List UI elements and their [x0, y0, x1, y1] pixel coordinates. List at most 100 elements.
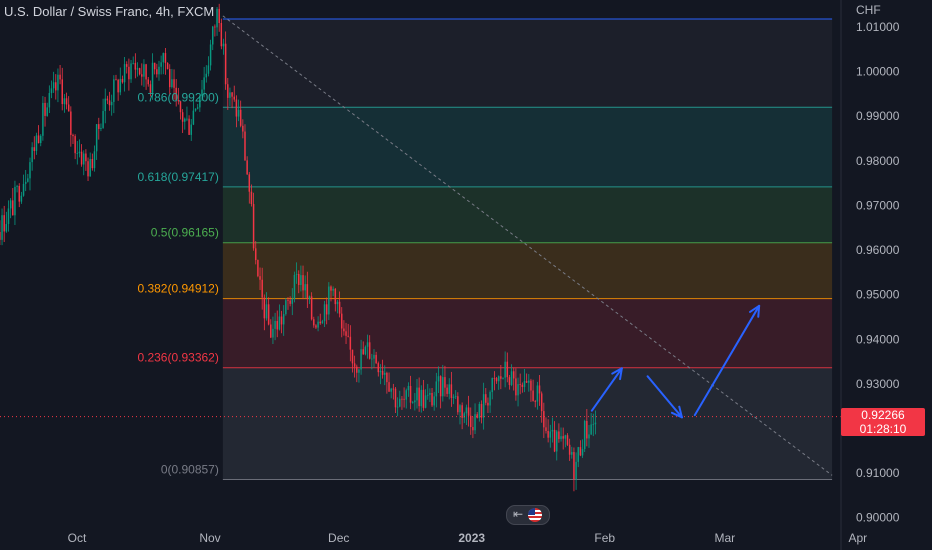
candle-body [1, 215, 3, 240]
candle-body [577, 447, 579, 462]
candle-body [343, 328, 345, 332]
candle-body [224, 43, 227, 85]
candle-body [347, 335, 349, 337]
candle-body [9, 200, 12, 209]
fib-band [222, 367, 833, 480]
candle-body [489, 392, 491, 406]
candle-body [420, 389, 423, 407]
candle-body [285, 300, 287, 315]
candle-body [14, 186, 16, 216]
candle-body [218, 8, 220, 23]
y-tick-label: 0.93000 [856, 377, 900, 391]
candle-body [192, 110, 195, 125]
candle-body [480, 403, 483, 418]
candle-body [52, 82, 55, 89]
candle-body [293, 274, 296, 300]
candle-body [454, 396, 457, 398]
candle-body [313, 319, 315, 326]
fibonacci-retracement[interactable] [222, 18, 833, 480]
candle-body [472, 427, 474, 431]
candle-body [138, 68, 141, 75]
x-tick-label: 2023 [458, 531, 485, 545]
fib-level-label: 0.618(0.97417) [137, 170, 218, 184]
candle-body [405, 390, 407, 400]
go-to-realtime-button[interactable]: ⇤ [506, 505, 550, 525]
candle-body [100, 127, 102, 129]
candle-body [429, 392, 431, 395]
candle-body [143, 64, 145, 77]
candle-body [209, 44, 212, 66]
candle-body [91, 158, 94, 169]
candle-body [517, 384, 519, 396]
candle-body [493, 378, 496, 379]
candle-body [416, 387, 418, 401]
y-tick-label: 0.91000 [856, 466, 900, 480]
candle-body [381, 370, 384, 375]
candle-body [207, 65, 210, 74]
candle-body [50, 88, 53, 94]
candle-body [390, 388, 392, 392]
candle-body [39, 135, 42, 144]
candle-body [558, 431, 560, 439]
candle-body [156, 69, 158, 75]
candle-body [553, 429, 556, 452]
candle-body [528, 380, 530, 383]
candle-body [297, 274, 300, 286]
candle-body [265, 304, 268, 319]
candle-body [375, 354, 377, 364]
candle-body [145, 64, 147, 80]
candle-body [37, 135, 40, 144]
x-tick-label: Apr [848, 531, 867, 545]
candle-body [439, 376, 442, 397]
candle-body [134, 62, 137, 70]
price-chart[interactable]: 0.786(0.99200) 0.618(0.97417) 0.5(0.96165)… [0, 0, 932, 550]
current-price-value: 0.92266 [861, 408, 905, 422]
candle-body [257, 260, 259, 277]
candle-body [433, 396, 435, 406]
candle-body [113, 79, 115, 102]
candle-body [545, 427, 547, 432]
candle-body [196, 107, 199, 109]
candle-body [373, 354, 375, 359]
candle-body [515, 378, 517, 396]
candle-body [315, 325, 317, 328]
candle-body [211, 26, 214, 45]
candle-body [89, 158, 91, 177]
candle-body [5, 224, 8, 232]
candle-body [414, 400, 416, 403]
candle-body [121, 78, 124, 83]
candle-body [78, 151, 81, 154]
candle-body [568, 444, 571, 455]
candle-body [160, 62, 162, 67]
candle-body [29, 162, 31, 179]
symbol-title[interactable]: U.S. Dollar / Swiss Franc, 4h, FXCM [4, 4, 214, 19]
y-tick-label: 0.90000 [856, 511, 900, 525]
candle-body [328, 286, 330, 315]
candle-body [104, 98, 106, 112]
currency-label: CHF [856, 3, 881, 17]
candle-body [358, 369, 360, 373]
candle-body [461, 405, 463, 418]
fib-level-label: 0(0.90857) [161, 462, 219, 476]
candle-body [435, 381, 438, 397]
x-tick-label: Dec [328, 531, 349, 545]
candle-body [330, 286, 332, 291]
candle-body [325, 304, 328, 315]
candle-body [117, 79, 119, 93]
y-tick-label: 0.95000 [856, 288, 900, 302]
candle-body [543, 411, 545, 428]
candle-body [504, 361, 506, 378]
candle-body [332, 288, 334, 291]
candle-body [136, 68, 139, 70]
x-tick-label: Oct [68, 531, 87, 545]
candle-body [396, 406, 399, 408]
candle-body [590, 424, 592, 435]
candle-body [459, 405, 461, 413]
candle-body [282, 314, 285, 325]
candle-body [310, 296, 313, 320]
y-tick-label: 0.96000 [856, 243, 900, 257]
candle-body [18, 186, 20, 202]
candle-body [70, 111, 72, 135]
candle-body [168, 68, 171, 88]
candle-body [153, 62, 156, 70]
